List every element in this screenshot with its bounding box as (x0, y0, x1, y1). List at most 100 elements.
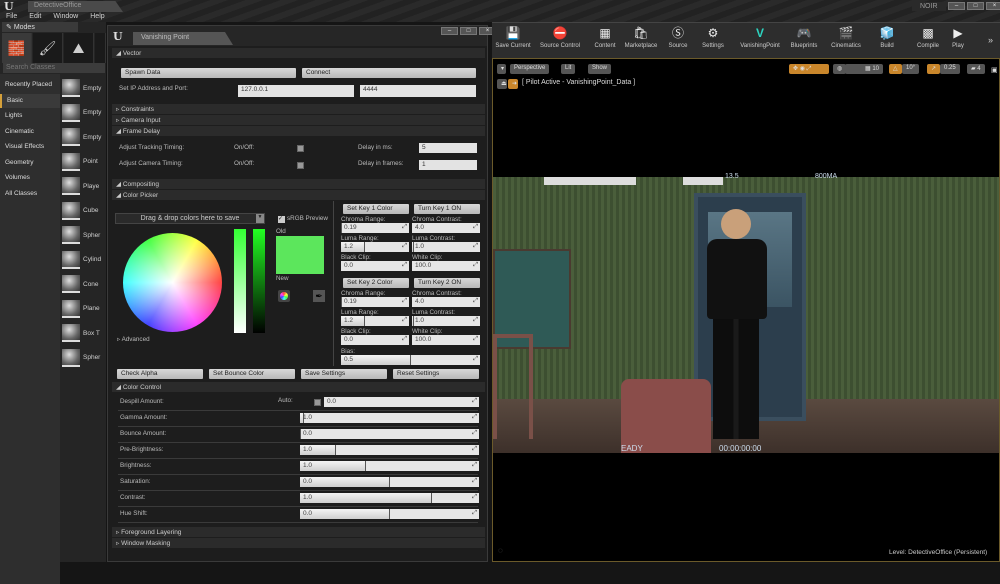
landscape-mode-icon[interactable]: ⛰ (64, 33, 94, 63)
reset-settings-button[interactable]: Reset Settings (393, 369, 479, 379)
transform-tools[interactable]: ✥ ◉ ⤢ (789, 64, 829, 74)
key2-white-clip-input[interactable]: 100.0 ⤢ (412, 335, 480, 345)
section-window-masking[interactable]: ▹ Window Masking (112, 538, 485, 548)
category-geometry[interactable]: Geometry (0, 156, 60, 170)
key1-black-clip-input[interactable]: 0.0 ⤢ (341, 261, 409, 271)
search-classes-input[interactable]: Search Classes (3, 63, 105, 73)
section-vector[interactable]: ◢ Vector (112, 48, 485, 58)
rotation-snap-value[interactable]: 10° (902, 64, 920, 74)
source-button[interactable]: Ⓢ Source (668, 25, 687, 57)
section-frame-delay[interactable]: ◢ Frame Delay (112, 126, 485, 136)
place-mode-icon[interactable]: 🧱 (2, 33, 32, 63)
section-color-picker[interactable]: ◢ Color Picker (112, 190, 485, 200)
set-key1-color-button[interactable]: Set Key 1 Color (343, 204, 409, 214)
content-button[interactable]: ▦ Content (594, 25, 615, 57)
despill-amount-input[interactable]: 0.0 ⤢ (324, 397, 479, 407)
class-item[interactable]: Playe (62, 175, 106, 197)
document-tab[interactable]: DetectiveOffice (28, 1, 123, 12)
brightness-slider[interactable]: 1.0 ⤢ (300, 461, 479, 471)
class-item[interactable]: Point (62, 151, 106, 173)
section-compositing[interactable]: ◢ Compositing (112, 179, 485, 189)
key2-chroma-range-input[interactable]: 0.19 ⤢ (341, 297, 409, 307)
category-all-classes[interactable]: All Classes (0, 187, 60, 201)
key1-chroma-range-input[interactable]: 0.19 ⤢ (341, 223, 409, 233)
scale-snap-value[interactable]: 0.25 (940, 64, 960, 74)
turn-key1-on-button[interactable]: Turn Key 1 ON (414, 204, 480, 214)
key1-white-clip-input[interactable]: 100.0 ⤢ (412, 261, 480, 271)
camera-timing-checkbox[interactable] (297, 162, 304, 169)
class-item[interactable]: Empty (62, 102, 106, 124)
minimize-icon[interactable]: – (948, 2, 965, 10)
menu-window[interactable]: Window (53, 13, 78, 20)
chevron-down-icon[interactable]: ▼ (256, 214, 264, 223)
auto-despill-checkbox[interactable] (314, 399, 321, 406)
save-current-button[interactable]: 💾 Save Current (495, 25, 530, 57)
turn-key2-on-button[interactable]: Turn Key 2 ON (414, 278, 480, 288)
delay-frames-input[interactable]: 1 (419, 160, 477, 170)
class-item[interactable]: Empty (62, 126, 106, 148)
key2-luma-contrast-input[interactable]: 1.0 ⤢ (412, 316, 480, 326)
menu-file[interactable]: File (6, 13, 17, 20)
section-foreground-layering[interactable]: ▹ Foreground Layering (112, 527, 485, 537)
paint-mode-icon[interactable]: 🖌 (33, 33, 63, 63)
lit-button[interactable]: Lit (561, 64, 576, 74)
bias-input[interactable]: 0.5 ⤢ (341, 355, 480, 365)
delay-ms-input[interactable]: 5 (419, 143, 477, 153)
color-wheel[interactable] (123, 233, 222, 332)
class-item[interactable]: Cylind (62, 249, 106, 271)
settings-button[interactable]: ⚙ Settings (702, 25, 724, 57)
cinematics-button[interactable]: 🎬 Cinematics (831, 25, 861, 57)
blueprints-button[interactable]: 🎮 Blueprints (791, 25, 818, 57)
bounce-amount-slider[interactable]: 0.0 ⤢ (300, 429, 479, 439)
set-key2-color-button[interactable]: Set Key 2 Color (343, 278, 409, 288)
foliage-mode-icon[interactable] (95, 33, 106, 63)
category-cinematic[interactable]: Cinematic (0, 125, 60, 139)
saturation-slider[interactable]: 0.0 ⤢ (300, 477, 479, 487)
section-camera-input[interactable]: ▹ Camera Input (112, 115, 485, 125)
key2-black-clip-input[interactable]: 0.0 ⤢ (341, 335, 409, 345)
category-lights[interactable]: Lights (0, 109, 60, 123)
minimize-icon[interactable]: – (441, 27, 458, 35)
perspective-button[interactable]: Perspective (510, 64, 550, 74)
color-wheel-mode-icon[interactable] (278, 290, 290, 302)
class-item[interactable]: Spher (62, 347, 106, 369)
scale-snap-icon[interactable]: ↗ (927, 64, 941, 74)
class-item[interactable]: Cube (62, 200, 106, 222)
hue-shift-slider[interactable]: 0.0 ⤢ (300, 509, 479, 519)
check-alpha-button[interactable]: Check Alpha (117, 369, 203, 379)
class-item[interactable]: Spher (62, 224, 106, 246)
value-slider[interactable] (253, 229, 265, 333)
ip-address-input[interactable]: 127.0.0.1 (238, 85, 354, 97)
category-basic[interactable]: Basic (0, 93, 60, 108)
vanishingpoint-button[interactable]: V VanishingPoint (740, 25, 780, 57)
pre-brightness-slider[interactable]: 1.0 ⤢ (300, 445, 479, 455)
port-input[interactable]: 4444 (360, 85, 476, 97)
spawn-data-button[interactable]: Spawn Data (121, 68, 296, 78)
maximize-icon[interactable]: □ (460, 27, 477, 35)
key2-luma-range-input[interactable]: 1.2 ⤢ (341, 316, 409, 326)
set-bounce-color-button[interactable]: Set Bounce Color (209, 369, 295, 379)
vanishing-point-tab[interactable]: Vanishing Point (133, 32, 233, 45)
source-control-button[interactable]: ⛔ Source Control (540, 25, 580, 57)
level-viewport[interactable]: ▾ Perspective Lit Show ✥ ◉ ⤢ ◍ ▦ 10 △ 10… (492, 58, 1000, 562)
close-icon[interactable]: × (986, 2, 1000, 10)
compile-button[interactable]: ▩ Compile (917, 25, 939, 57)
marketplace-button[interactable]: 🛍 Marketplace (625, 25, 658, 57)
maximize-icon[interactable]: □ (967, 2, 984, 10)
section-constraints[interactable]: ▹ Constraints (112, 104, 485, 114)
bookmark-icon[interactable]: ◌ (498, 546, 503, 555)
category-volumes[interactable]: Volumes (0, 171, 60, 185)
tracking-timing-checkbox[interactable] (297, 145, 304, 152)
class-item[interactable]: Cone (62, 273, 106, 295)
class-item[interactable]: Plane (62, 298, 106, 320)
key1-chroma-contrast-input[interactable]: 4.0 ⤢ (412, 223, 480, 233)
eyedropper-icon[interactable]: ✒ (313, 290, 325, 302)
viewport-options-button[interactable]: ▾ (497, 64, 506, 74)
key1-luma-range-input[interactable]: 1.2 ⤢ (341, 242, 409, 252)
class-item[interactable]: Box T (62, 322, 106, 344)
pilot-icon[interactable]: ➜ (508, 79, 518, 89)
category-visual-effects[interactable]: Visual Effects (0, 140, 60, 154)
modes-tab[interactable]: ✎ Modes (2, 22, 78, 32)
show-button[interactable]: Show (588, 64, 612, 74)
key1-luma-contrast-input[interactable]: 1.0 ⤢ (412, 242, 480, 252)
